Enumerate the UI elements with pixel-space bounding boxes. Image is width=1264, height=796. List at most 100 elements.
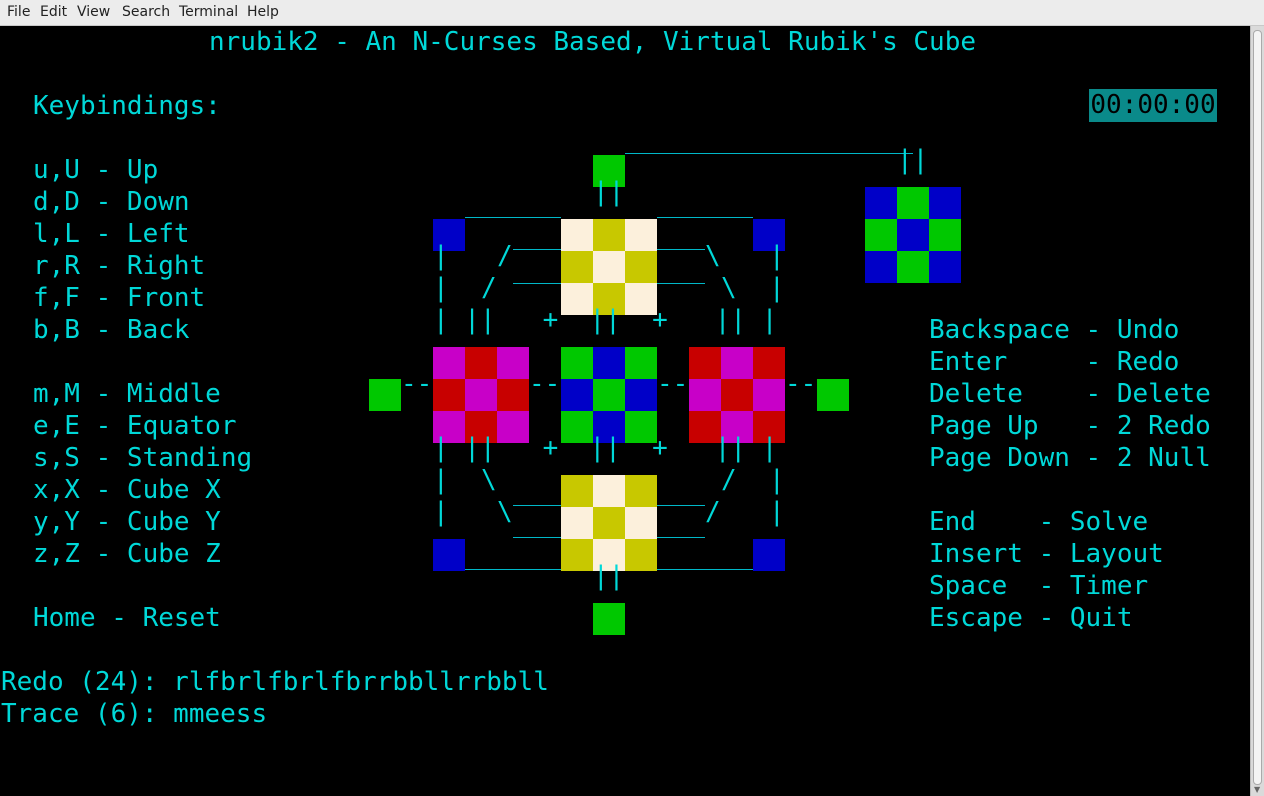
cube-wire-glyph: | (769, 465, 785, 495)
cube-edge-line (465, 217, 561, 218)
cube-face-right-sticker (753, 379, 785, 411)
cube-face-up-sticker (561, 251, 593, 283)
cube-wire-glyph: \ (721, 273, 737, 303)
cube-face-down-sticker (625, 539, 657, 571)
keybinding-page-down: Page Down - 2 Null (929, 443, 1211, 473)
keybinding-redo: Enter - Redo (929, 347, 1180, 377)
cube-wire-glyph: || (897, 145, 929, 175)
cube-face-left-sticker (465, 379, 497, 411)
cube-edge-line (657, 537, 705, 538)
cube-wire-glyph: \ (497, 497, 513, 527)
cube-face-back-sticker (897, 219, 929, 251)
keybinding-middle: m,M - Middle (33, 379, 221, 409)
cube-wire-glyph: | (433, 497, 449, 527)
cube-face-down-sticker (625, 475, 657, 507)
cube-wire-glyph: || (593, 561, 625, 591)
cube-face-back-sticker (897, 251, 929, 283)
cube-face-right-sticker (753, 347, 785, 379)
cube-wire-glyph: -- (785, 369, 817, 399)
keybinding-solve: End - Solve (929, 507, 1149, 537)
cube-wire-glyph: | (433, 273, 449, 303)
terminal-area[interactable]: nrubik2 - An N-Curses Based, Virtual Rub… (0, 26, 1250, 796)
cube-edge-line (513, 249, 561, 250)
cube-face-back-sticker (897, 187, 929, 219)
menu-search[interactable]: Search (122, 4, 170, 20)
cube-edge-line (657, 569, 753, 570)
cube-face-front-sticker (625, 347, 657, 379)
cube-face-down-sticker (593, 507, 625, 539)
cube-face-back-sticker (929, 187, 961, 219)
cube-face-front-sticker (625, 379, 657, 411)
cube-wire-glyph: | || + || + || | (433, 305, 778, 335)
keybinding-quit: Escape - Quit (929, 603, 1133, 633)
cube-face-back-sticker (865, 251, 897, 283)
cube-edge-line (657, 217, 753, 218)
keybinding-timer: Space - Timer (929, 571, 1149, 601)
cube-wire-glyph: \ (705, 241, 721, 271)
cube-face-up-sticker (593, 251, 625, 283)
cube-marker (593, 603, 625, 635)
cube-wire-glyph: / (705, 497, 721, 527)
cube-edge-line (625, 153, 913, 154)
cube-face-up-sticker (593, 219, 625, 251)
keybinding-front: f,F - Front (33, 283, 206, 313)
cube-face-left-sticker (433, 347, 465, 379)
keybindings-heading: Keybindings: (33, 91, 221, 121)
cube-wire-glyph: | (769, 241, 785, 271)
cube-face-front-sticker (593, 347, 625, 379)
keybinding-up: u,U - Up (33, 155, 159, 185)
menu-bar: File Edit View Search Terminal Help (0, 0, 1264, 26)
keybinding-page-up: Page Up - 2 Redo (929, 411, 1211, 441)
cube-wire-glyph: -- (657, 369, 689, 399)
cube-face-down-sticker (561, 539, 593, 571)
cube-edge-line (513, 505, 561, 506)
cube-face-down-sticker (561, 475, 593, 507)
menu-file[interactable]: File (7, 4, 30, 20)
menu-view[interactable]: View (77, 4, 110, 20)
cube-marker (817, 379, 849, 411)
keybinding-standing: s,S - Standing (33, 443, 253, 473)
cube-face-left-sticker (465, 347, 497, 379)
menu-edit[interactable]: Edit (40, 4, 67, 20)
cube-face-left-sticker (497, 379, 529, 411)
keybinding-right: r,R - Right (33, 251, 206, 281)
cube-wire-glyph: -- (401, 369, 433, 399)
keybinding-undo: Backspace - Undo (929, 315, 1180, 345)
cube-wire-glyph: | || + || + || | (433, 433, 778, 463)
cube-wire-glyph: / (497, 241, 513, 271)
cube-face-up-sticker (625, 251, 657, 283)
cube-face-right-sticker (689, 379, 721, 411)
cube-face-left-sticker (433, 379, 465, 411)
cube-edge-line (513, 537, 561, 538)
keybinding-down: d,D - Down (33, 187, 190, 217)
cube-wire-glyph: / (481, 273, 497, 303)
keybinding-back: b,B - Back (33, 315, 190, 345)
cube-wire-glyph: | (433, 241, 449, 271)
cube-face-back-sticker (865, 187, 897, 219)
cube-wire-glyph: -- (529, 369, 561, 399)
keybinding-cube-y: y,Y - Cube Y (33, 507, 221, 537)
cube-wire-glyph: / (721, 465, 737, 495)
keybinding-cube-z: z,Z - Cube Z (33, 539, 221, 569)
keybinding-equator: e,E - Equator (33, 411, 237, 441)
cube-edge-line (465, 569, 561, 570)
cube-edge-line (657, 249, 705, 250)
timer-display: 00:00:00 (1089, 89, 1217, 122)
scrollbar[interactable]: ▲ ▼ (1250, 26, 1264, 796)
cube-edge-line (657, 505, 705, 506)
cube-face-down-sticker (625, 507, 657, 539)
cube-wire-glyph: | (433, 465, 449, 495)
trace-sequence: Trace (6): mmeess (1, 699, 268, 729)
scroll-down-icon[interactable]: ▼ (1254, 785, 1260, 794)
scrollbar-thumb[interactable] (1253, 30, 1262, 785)
keybinding-layout: Insert - Layout (929, 539, 1164, 569)
menu-terminal[interactable]: Terminal (179, 4, 238, 20)
cube-face-left-sticker (497, 347, 529, 379)
menu-help[interactable]: Help (247, 4, 279, 20)
cube-face-up-sticker (625, 219, 657, 251)
cube-face-front-sticker (561, 379, 593, 411)
keybinding-reset: Home - Reset (33, 603, 221, 633)
cube-marker (369, 379, 401, 411)
cube-wire-glyph: | (769, 273, 785, 303)
cube-face-front-sticker (593, 379, 625, 411)
